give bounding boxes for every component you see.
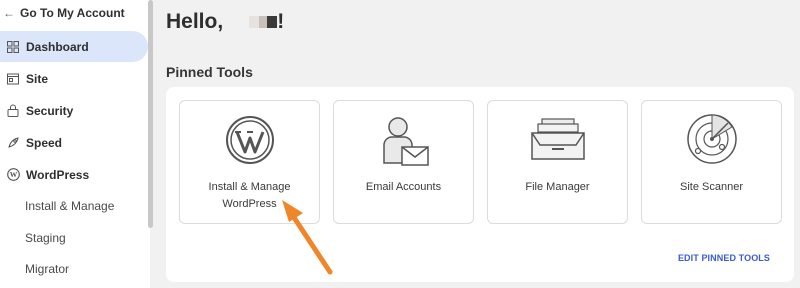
back-arrow-icon: ←	[3, 6, 15, 20]
sidebar-item-label: Site	[26, 71, 49, 86]
sidebar-item-speed[interactable]: Speed	[0, 127, 150, 158]
tool-label: Site Scanner	[642, 179, 781, 196]
file-manager-icon	[530, 118, 585, 160]
tool-label-line2: WordPress	[222, 198, 277, 210]
wordpress-logo-icon	[225, 116, 274, 164]
email-accounts-icon	[382, 117, 429, 166]
sidebar-subitem-staging[interactable]: Staging	[25, 223, 66, 253]
pinned-tools-panel: Install & Manage WordPress Email Account…	[166, 87, 794, 282]
tool-card-email-accounts[interactable]: Email Accounts	[333, 100, 474, 224]
tool-label-line1: Install & Manage	[208, 181, 291, 193]
sidebar-item-dashboard[interactable]: Dashboard	[0, 31, 148, 62]
tool-card-site-scanner[interactable]: Site Scanner	[641, 100, 782, 224]
sidebar-item-security[interactable]: Security	[0, 95, 150, 126]
tool-label: Email Accounts	[334, 179, 473, 196]
site-scanner-icon	[686, 114, 737, 164]
tool-label-line1: Email Accounts	[365, 181, 442, 193]
sidebar-item-label: Security	[26, 103, 74, 118]
edit-pinned-tools-link[interactable]: EDIT PINNED TOOLS	[678, 253, 770, 263]
sidebar-subitem-migrator[interactable]: Migrator	[25, 254, 69, 284]
site-icon	[6, 72, 20, 86]
sidebar-item-wordpress[interactable]: W WordPress	[0, 159, 150, 190]
redacted-username	[249, 16, 278, 28]
tool-card-file-manager[interactable]: File Manager	[487, 100, 628, 224]
sidebar-item-label: WordPress	[26, 167, 90, 182]
page-title: Hello, !	[166, 10, 284, 34]
svg-text:W: W	[9, 170, 17, 179]
tool-label-line1: File Manager	[525, 181, 590, 193]
pinned-tools-title: Pinned Tools	[166, 64, 253, 80]
wordpress-icon: W	[6, 168, 20, 182]
tool-card-install-wordpress[interactable]: Install & Manage WordPress	[179, 100, 320, 224]
greeting-suffix: !	[277, 10, 285, 33]
go-to-account-link[interactable]: ← Go To My Account	[0, 0, 150, 26]
tool-label: File Manager	[488, 179, 627, 196]
go-to-account-label: Go To My Account	[20, 6, 125, 20]
greeting-text: Hello,	[166, 10, 224, 33]
sidebar: ← Go To My Account Dashboard Site Securi…	[0, 0, 150, 288]
lock-icon	[6, 104, 20, 118]
rocket-icon	[6, 136, 20, 150]
sidebar-scrollbar[interactable]	[148, 0, 153, 228]
sidebar-item-site[interactable]: Site	[0, 63, 150, 94]
sidebar-subitem-install-manage[interactable]: Install & Manage	[25, 191, 114, 221]
sidebar-item-label: Speed	[26, 135, 63, 150]
tool-label-line1: Site Scanner	[680, 181, 743, 193]
dashboard-icon	[6, 40, 20, 54]
sidebar-item-label: Dashboard	[26, 39, 89, 54]
tool-label: Install & Manage WordPress	[180, 179, 319, 213]
